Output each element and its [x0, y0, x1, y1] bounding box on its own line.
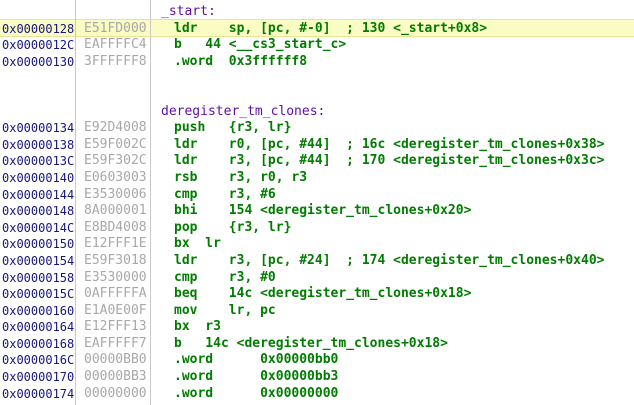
- instruction-address: 0x00000170: [2, 370, 74, 384]
- instruction-text: mov lr, pc: [174, 303, 276, 318]
- instruction-address: 0x00000150: [2, 237, 74, 251]
- instruction-text: .word 0x00000bb0: [174, 352, 338, 367]
- instruction-address: 0x00000158: [2, 271, 74, 285]
- disassembly-listing: _start: 0x00000128 E51FD000 ldr sp, [pc, #-…: [0, 3, 634, 401]
- instruction-row[interactable]: 0x00000140 E0603003 rsb r3, r0, r3: [0, 169, 634, 186]
- instruction-row[interactable]: 0x0000016C 00000BB0 .word 0x00000bb0: [0, 351, 634, 368]
- instruction-row[interactable]: 0x00000134 E92D4008 push {r3, lr}: [0, 119, 634, 136]
- instruction-opcode: 00000BB3: [84, 369, 147, 384]
- instruction-address: 0x00000168: [2, 337, 74, 351]
- instruction-address: 0x00000144: [2, 188, 74, 202]
- instruction-text: bhi 154 <deregister_tm_clones+0x20>: [174, 203, 471, 218]
- instruction-opcode: E1A0E00F: [84, 303, 147, 318]
- instruction-address: 0x00000164: [2, 320, 74, 334]
- instruction-row[interactable]: 0x00000150 E12FFF1E bx lr: [0, 235, 634, 252]
- instruction-row[interactable]: 0x0000012C EAFFFFC4 b 44 <__cs3_start_c>: [0, 36, 634, 53]
- instruction-text: bx lr: [174, 236, 221, 251]
- instruction-row[interactable]: 0x00000164 E12FFF13 bx r3: [0, 318, 634, 335]
- instruction-row[interactable]: 0x0000014C E8BD4008 pop {r3, lr}: [0, 219, 634, 236]
- symbol-label: _start:: [161, 4, 216, 19]
- instruction-row[interactable]: 0x00000168 EAFFFFF7 b 14c <deregister_tm_c…: [0, 335, 634, 352]
- instruction-text: .word 0x3ffffff8: [174, 54, 307, 69]
- instruction-opcode: E12FFF1E: [84, 236, 147, 251]
- instruction-opcode: E3530006: [84, 187, 147, 202]
- instruction-text: push {r3, lr}: [174, 120, 291, 135]
- disassembly-pane: _start: 0x00000128 E51FD000 ldr sp, [pc, #-…: [0, 0, 634, 405]
- symbol-label-row[interactable]: _start:: [0, 3, 634, 20]
- instruction-opcode: 8A000001: [84, 203, 147, 218]
- instruction-opcode: E59F302C: [84, 153, 147, 168]
- instruction-address: 0x00000148: [2, 204, 74, 218]
- instruction-opcode: 3FFFFFF8: [84, 54, 147, 69]
- instruction-address: 0x00000154: [2, 254, 74, 268]
- instruction-text: ldr r3, [pc, #44] ; 170 <deregister_tm_c…: [174, 153, 604, 168]
- instruction-text: ldr r3, [pc, #24] ; 174 <deregister_tm_c…: [174, 253, 604, 268]
- instruction-row[interactable]: 0x00000158 E3530000 cmp r3, #0: [0, 269, 634, 286]
- instruction-address: 0x00000130: [2, 55, 74, 69]
- blank-row: [0, 86, 634, 103]
- instruction-text: bx r3: [174, 319, 221, 334]
- instruction-row[interactable]: 0x00000154 E59F3018 ldr r3, [pc, #24] ; 17…: [0, 252, 634, 269]
- instruction-text: ldr r0, [pc, #44] ; 16c <deregister_tm_c…: [174, 137, 604, 152]
- blank-row: [0, 69, 634, 86]
- instruction-text: b 14c <deregister_tm_clones+0x18>: [174, 336, 448, 351]
- instruction-text: .word 0x00000000: [174, 386, 338, 401]
- instruction-opcode: EAFFFFC4: [84, 37, 147, 52]
- instruction-address: 0x00000140: [2, 171, 74, 185]
- opcode-instruction-separator: [150, 0, 151, 405]
- instruction-opcode: E59F3018: [84, 253, 147, 268]
- instruction-address: 0x00000134: [2, 121, 74, 135]
- instruction-row[interactable]: 0x0000013C E59F302C ldr r3, [pc, #44] ; 17…: [0, 152, 634, 169]
- address-opcode-separator: [75, 0, 76, 405]
- instruction-row[interactable]: 0x00000160 E1A0E00F mov lr, pc: [0, 302, 634, 319]
- instruction-text: ldr sp, [pc, #-0] ; 130 <_start+0x8>: [174, 21, 487, 36]
- instruction-address: 0x00000128: [2, 22, 74, 36]
- symbol-label-row[interactable]: deregister_tm_clones:: [0, 103, 634, 120]
- instruction-address: 0x0000015C: [2, 287, 74, 301]
- instruction-text: b 44 <__cs3_start_c>: [174, 37, 346, 52]
- instruction-opcode: E0603003: [84, 170, 147, 185]
- instruction-row[interactable]: 0x00000130 3FFFFFF8 .word 0x3ffffff8: [0, 53, 634, 70]
- instruction-address: 0x00000138: [2, 138, 74, 152]
- instruction-address: 0x00000174: [2, 387, 74, 401]
- instruction-opcode: 00000000: [84, 386, 147, 401]
- instruction-address: 0x00000160: [2, 304, 74, 318]
- instruction-text: .word 0x00000bb3: [174, 369, 338, 384]
- instruction-opcode: 00000BB0: [84, 352, 147, 367]
- instruction-address: 0x0000012C: [2, 38, 74, 52]
- instruction-address: 0x0000014C: [2, 221, 74, 235]
- symbol-label: deregister_tm_clones:: [161, 104, 325, 119]
- instruction-opcode: E59F002C: [84, 137, 147, 152]
- disassembly-view: { "colors": { "background": "#ffffff", "…: [0, 0, 634, 405]
- instruction-opcode: E8BD4008: [84, 220, 147, 235]
- instruction-row[interactable]: 0x00000174 00000000 .word 0x00000000: [0, 385, 634, 402]
- instruction-address: 0x0000016C: [2, 353, 74, 367]
- instruction-text: cmp r3, #6: [174, 187, 276, 202]
- instruction-text: pop {r3, lr}: [174, 220, 291, 235]
- instruction-row[interactable]: 0x00000138 E59F002C ldr r0, [pc, #44] ; 16…: [0, 136, 634, 153]
- instruction-text: rsb r3, r0, r3: [174, 170, 307, 185]
- instruction-address: 0x0000013C: [2, 154, 74, 168]
- instruction-row[interactable]: 0x0000015C 0AFFFFFA beq 14c <deregister_tm…: [0, 285, 634, 302]
- instruction-row[interactable]: 0x00000128 E51FD000 ldr sp, [pc, #-0] ; 13…: [0, 20, 634, 37]
- instruction-opcode: E92D4008: [84, 120, 147, 135]
- instruction-opcode: E51FD000: [84, 21, 147, 36]
- instruction-opcode: EAFFFFF7: [84, 336, 147, 351]
- instruction-text: beq 14c <deregister_tm_clones+0x18>: [174, 286, 471, 301]
- instruction-opcode: E12FFF13: [84, 319, 147, 334]
- instruction-row[interactable]: 0x00000170 00000BB3 .word 0x00000bb3: [0, 368, 634, 385]
- instruction-opcode: 0AFFFFFA: [84, 286, 147, 301]
- instruction-row[interactable]: 0x00000144 E3530006 cmp r3, #6: [0, 186, 634, 203]
- instruction-text: cmp r3, #0: [174, 270, 276, 285]
- instruction-opcode: E3530000: [84, 270, 147, 285]
- instruction-row[interactable]: 0x00000148 8A000001 bhi 154 <deregister_tm…: [0, 202, 634, 219]
